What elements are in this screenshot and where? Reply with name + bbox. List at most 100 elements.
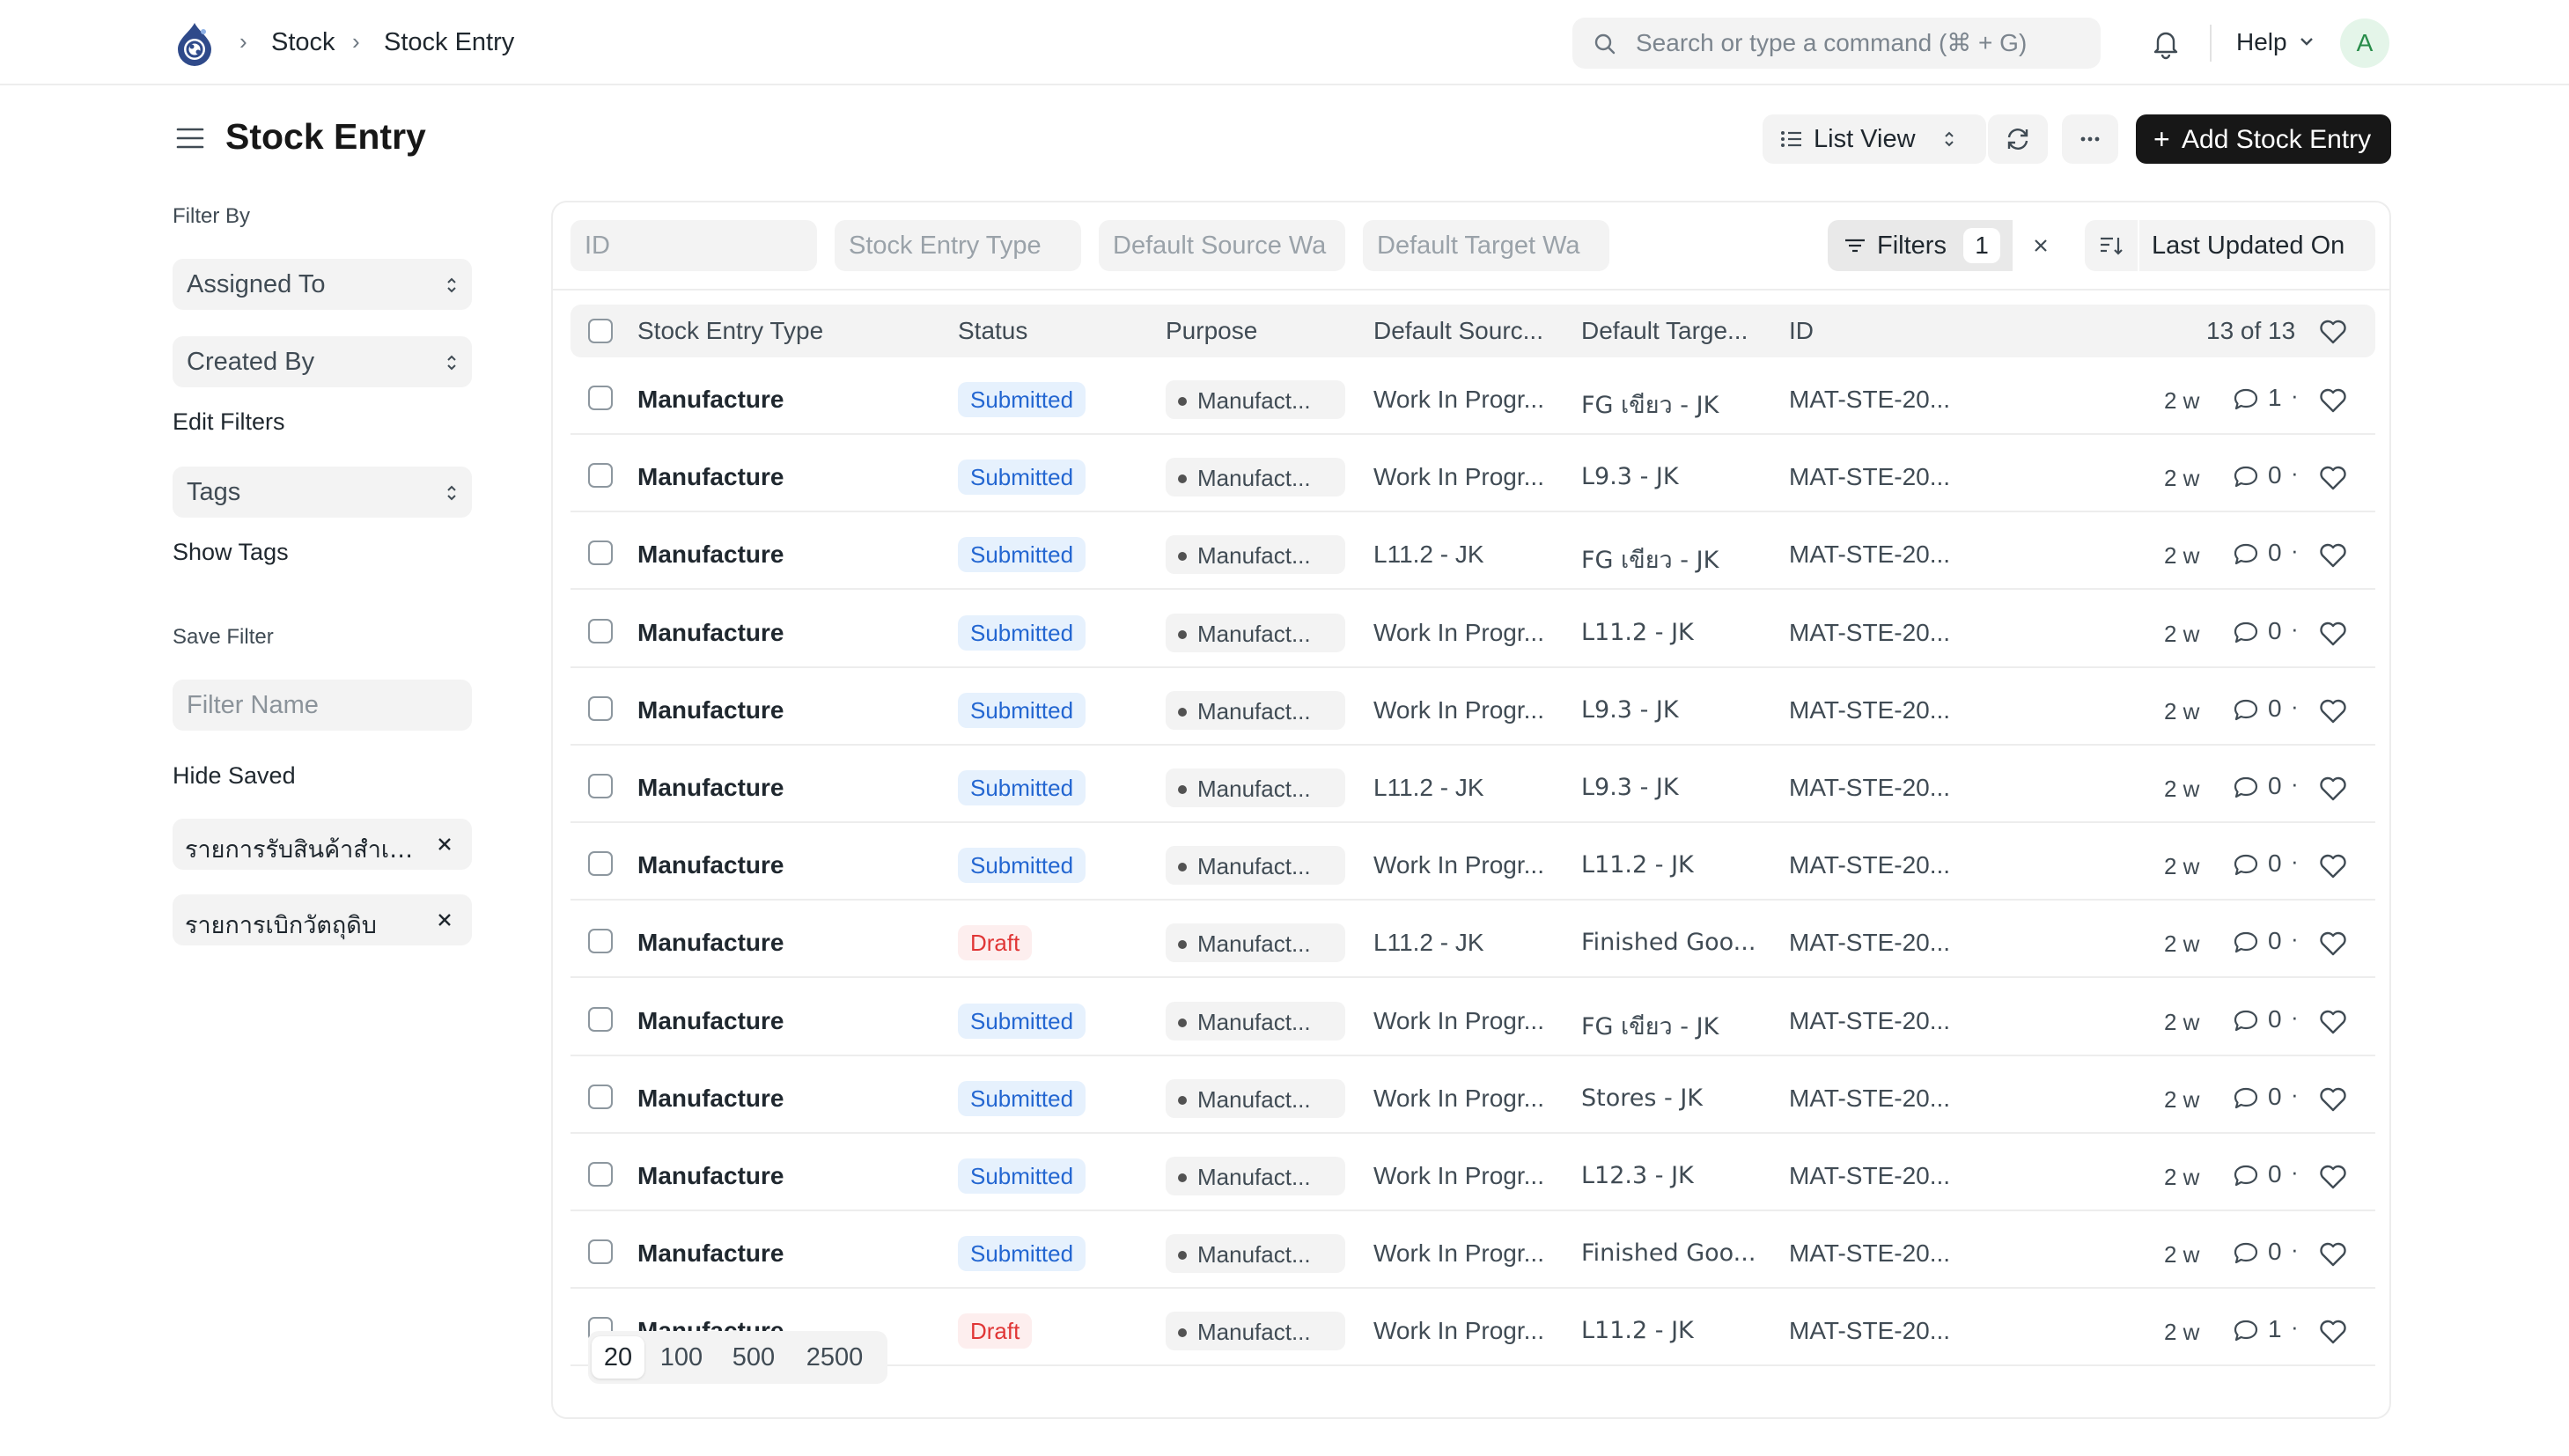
table-row[interactable]: Manufacture Submitted Manufact... Work In P… (570, 1217, 2375, 1289)
comment-icon[interactable] (2233, 776, 2259, 800)
table-row[interactable]: Manufacture Submitted Manufact... Work In P… (570, 1139, 2375, 1211)
heart-icon[interactable] (2319, 776, 2347, 802)
heart-icon[interactable] (2319, 1241, 2347, 1268)
remove-icon[interactable] (437, 836, 453, 852)
comment-icon[interactable] (2233, 930, 2259, 955)
remove-icon[interactable] (437, 912, 453, 928)
id-cell[interactable]: MAT-STE-20... (1789, 463, 1950, 491)
app-logo[interactable] (173, 19, 217, 67)
comment-icon[interactable] (2233, 698, 2259, 723)
default-source-warehouse-filter-input[interactable] (1099, 220, 1345, 271)
table-row[interactable]: Manufacture Draft Manufact... L11.2 - JK Fin… (570, 906, 2375, 978)
column-header-status[interactable]: Status (958, 317, 1027, 345)
page-size-2500[interactable]: 2500 (791, 1336, 879, 1379)
sidebar-toggle-icon[interactable] (176, 125, 204, 156)
row-checkbox[interactable] (588, 696, 613, 721)
edit-filters-link[interactable]: Edit Filters (173, 408, 285, 436)
heart-icon[interactable] (2319, 621, 2347, 647)
stock-entry-type-cell[interactable]: Manufacture (637, 1007, 784, 1035)
stock-entry-type-cell[interactable]: Manufacture (637, 463, 784, 491)
stock-entry-type-cell[interactable]: Manufacture (637, 386, 784, 414)
row-checkbox[interactable] (588, 1239, 613, 1264)
heart-icon[interactable] (2319, 853, 2347, 879)
heart-icon[interactable] (2319, 698, 2347, 724)
stock-entry-type-cell[interactable]: Manufacture (637, 1162, 784, 1190)
clear-filters-button[interactable] (2014, 220, 2067, 271)
id-cell[interactable]: MAT-STE-20... (1789, 1239, 1950, 1268)
heart-icon[interactable] (2319, 930, 2347, 957)
table-row[interactable]: Manufacture Submitted Manufact... Work In P… (570, 596, 2375, 668)
more-options-button[interactable] (2062, 114, 2118, 164)
page-size-20[interactable]: 20 (592, 1336, 644, 1379)
row-checkbox[interactable] (588, 540, 613, 565)
sort-direction-button[interactable] (2085, 220, 2138, 271)
heart-icon[interactable] (2319, 1009, 2347, 1035)
sort-field-button[interactable]: Last Updated On (2139, 220, 2375, 271)
comment-icon[interactable] (2233, 387, 2259, 412)
row-checkbox[interactable] (588, 386, 613, 410)
user-avatar[interactable]: A (2340, 18, 2389, 68)
row-checkbox[interactable] (588, 774, 613, 798)
help-menu[interactable]: Help (2236, 28, 2287, 56)
table-row[interactable]: Manufacture Submitted Manufact... Work In P… (570, 828, 2375, 901)
id-cell[interactable]: MAT-STE-20... (1789, 1162, 1950, 1190)
notification-bell-icon[interactable] (2150, 26, 2182, 64)
stock-entry-type-cell[interactable]: Manufacture (637, 851, 784, 879)
id-cell[interactable]: MAT-STE-20... (1789, 619, 1950, 647)
table-row[interactable]: Manufacture Submitted Manufact... Work In P… (570, 363, 2375, 435)
comment-icon[interactable] (2233, 1164, 2259, 1188)
comment-icon[interactable] (2233, 542, 2259, 567)
show-tags-link[interactable]: Show Tags (173, 539, 289, 566)
page-size-100[interactable]: 100 (646, 1336, 717, 1379)
stock-entry-type-filter-input[interactable] (835, 220, 1081, 271)
id-cell[interactable]: MAT-STE-20... (1789, 774, 1950, 802)
stock-entry-type-cell[interactable]: Manufacture (637, 1085, 784, 1113)
breadcrumb-stock[interactable]: Stock (271, 28, 335, 57)
id-cell[interactable]: MAT-STE-20... (1789, 540, 1950, 569)
row-checkbox[interactable] (588, 463, 613, 488)
table-row[interactable]: Manufacture Submitted Manufact... Work In P… (570, 673, 2375, 746)
id-cell[interactable]: MAT-STE-20... (1789, 1317, 1950, 1345)
id-cell[interactable]: MAT-STE-20... (1789, 929, 1950, 957)
row-checkbox[interactable] (588, 1162, 613, 1187)
heart-icon[interactable] (2319, 1319, 2347, 1345)
comment-icon[interactable] (2233, 1241, 2259, 1266)
saved-filter-chip[interactable]: รายการเบิกวัตถุดิบ (173, 894, 472, 945)
chevron-down-icon[interactable] (2298, 35, 2315, 48)
comment-icon[interactable] (2233, 465, 2259, 489)
select-all-checkbox[interactable] (588, 319, 613, 343)
column-header-purpose[interactable]: Purpose (1166, 317, 1257, 345)
table-row[interactable]: Manufacture Submitted Manufact... Work In P… (570, 984, 2375, 1056)
table-row[interactable]: Manufacture Submitted Manufact... L11.2 - J… (570, 751, 2375, 823)
saved-filter-chip[interactable]: รายการรับสินค้าสำเร็จรูป (173, 819, 472, 870)
heart-icon[interactable] (2319, 387, 2347, 414)
heart-icon[interactable] (2319, 319, 2347, 345)
stock-entry-type-cell[interactable]: Manufacture (637, 929, 784, 957)
stock-entry-type-cell[interactable]: Manufacture (637, 540, 784, 569)
row-checkbox[interactable] (588, 619, 613, 643)
row-checkbox[interactable] (588, 851, 613, 876)
breadcrumb-stock-entry[interactable]: Stock Entry (384, 28, 514, 57)
row-checkbox[interactable] (588, 1085, 613, 1109)
comment-icon[interactable] (2233, 1319, 2259, 1343)
assigned-to-select[interactable]: Assigned To (173, 259, 472, 310)
filter-name-input[interactable] (173, 680, 472, 731)
tags-select[interactable]: Tags (173, 467, 472, 518)
search-bar[interactable] (1572, 18, 2101, 69)
stock-entry-type-cell[interactable]: Manufacture (637, 774, 784, 802)
stock-entry-type-cell[interactable]: Manufacture (637, 1239, 784, 1268)
add-stock-entry-button[interactable]: + Add Stock Entry (2136, 114, 2391, 164)
column-header-type[interactable]: Stock Entry Type (637, 317, 823, 345)
column-header-source[interactable]: Default Sourc... (1373, 317, 1543, 345)
heart-icon[interactable] (2319, 1164, 2347, 1190)
column-header-target[interactable]: Default Targe... (1581, 317, 1748, 345)
id-cell[interactable]: MAT-STE-20... (1789, 696, 1950, 724)
heart-icon[interactable] (2319, 1086, 2347, 1113)
id-cell[interactable]: MAT-STE-20... (1789, 1007, 1950, 1035)
default-target-warehouse-filter-input[interactable] (1363, 220, 1609, 271)
row-checkbox[interactable] (588, 929, 613, 953)
id-filter-input[interactable] (570, 220, 817, 271)
comment-icon[interactable] (2233, 621, 2259, 645)
id-cell[interactable]: MAT-STE-20... (1789, 1085, 1950, 1113)
heart-icon[interactable] (2319, 542, 2347, 569)
